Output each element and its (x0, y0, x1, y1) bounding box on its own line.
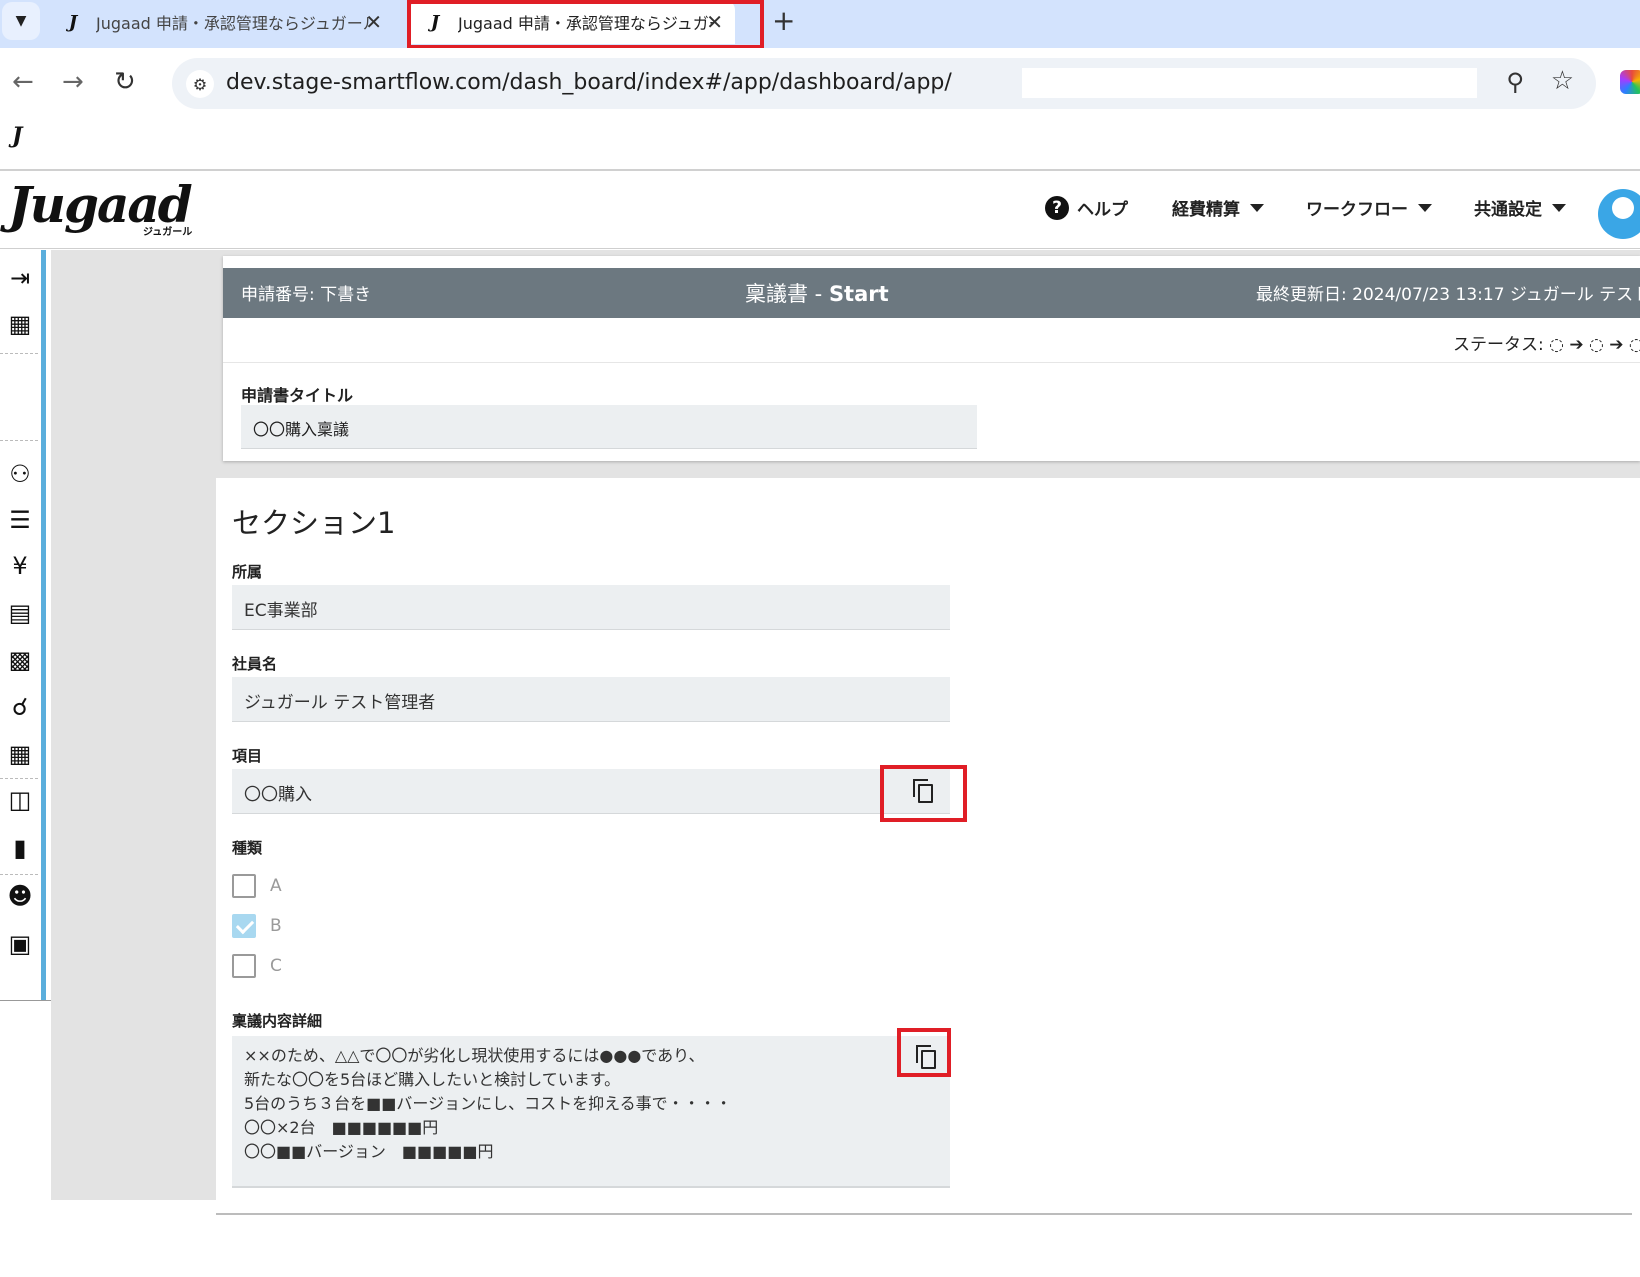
sidebar-bottom-rule (0, 1000, 51, 1001)
form-stage: Start (828, 282, 889, 306)
tab-title: Jugaad 申請・承認管理ならジュガール (96, 14, 371, 33)
sidebar-divider (0, 778, 38, 779)
last-updated: 最終更新日: 2024/07/23 13:17 ジュガール テスト (1256, 285, 1640, 305)
sidebar-divider (0, 440, 38, 441)
settings-label: 共通設定 (1474, 200, 1542, 220)
detail-textarea[interactable]: ××のため、△△で〇〇が劣化し現状使用するには●●●であり、 新たな〇〇を5台ほ… (232, 1036, 950, 1188)
browser-tab-bar: ▼ J Jugaad 申請・承認管理ならジュガール ✕ J Jugaad 申請・… (0, 0, 1640, 49)
site-settings-icon[interactable]: ⚙ (186, 70, 214, 98)
section-card: セクション1 所属 EC事業部 社員名 ジュガール テスト管理者 項目 〇〇購入… (216, 478, 1640, 1218)
help-question-icon: ? (1045, 195, 1069, 220)
caret-down-icon (1250, 203, 1264, 212)
status-divider (223, 362, 1640, 363)
browser-toolbar: ← → ↻ ⚙ dev.stage-smartflow.com/dash_boa… (0, 48, 1640, 170)
active-tab-highlight (407, 0, 764, 49)
receipt-icon[interactable]: ▩ (4, 644, 36, 676)
help-label: ヘルプ (1077, 200, 1128, 220)
caret-down-icon (1418, 203, 1432, 212)
file-icon[interactable]: ▮ (4, 832, 36, 864)
application-title-label: 申請書タイトル (241, 386, 354, 405)
detail-label: 稟議内容詳細 (232, 1012, 323, 1030)
workflow-menu[interactable]: ワークフロー (1306, 195, 1432, 220)
form-header-bar: 申請番号: 下書き 稟議書 - Start 最終更新日: 2024/07/23 … (223, 268, 1640, 318)
item-label: 項目 (232, 747, 263, 765)
document-list-icon[interactable]: ▤ (4, 597, 36, 629)
close-tab-icon[interactable]: ✕ (365, 10, 382, 34)
employee-input[interactable]: ジュガール テスト管理者 (232, 677, 950, 722)
extension-icon[interactable] (1620, 70, 1640, 94)
browser-tab-1[interactable]: J Jugaad 申請・承認管理ならジュガール ✕ (54, 0, 394, 44)
back-arrow-icon[interactable]: ← (12, 67, 34, 97)
library-icon[interactable]: ◫ (4, 784, 36, 816)
users-icon[interactable]: ⚇ (4, 458, 36, 490)
expand-icon[interactable]: ⇥ (4, 262, 36, 294)
content-bottom-rule (216, 1213, 1632, 1215)
checkbox-a[interactable] (232, 874, 256, 898)
checkbox-c[interactable] (232, 954, 256, 978)
caret-down-icon (1552, 203, 1566, 212)
checkbox-b[interactable] (232, 914, 256, 938)
new-tab-plus-icon[interactable]: + (772, 4, 795, 37)
help-menu[interactable]: ? ヘルプ (1045, 195, 1128, 220)
logo-subtitle: ジュガール (143, 227, 193, 238)
detail-copy-highlight (897, 1028, 951, 1077)
settings-menu[interactable]: 共通設定 (1474, 195, 1566, 220)
zoom-magnifier-icon[interactable]: ⚲ (1506, 68, 1524, 96)
form-header-card: 申請番号: 下書き 稟議書 - Start 最終更新日: 2024/07/23 … (223, 256, 1640, 461)
option-label-a: A (270, 876, 282, 896)
bookmark-jugaad-icon[interactable]: J (12, 123, 22, 149)
option-label-c: C (270, 956, 282, 976)
sidebar: ⇥ ▦ ⚇ ☰ ¥ ▤ ▩ ☌ ▦ ◫ ▮ ☻ ▣ (0, 250, 46, 1000)
forward-arrow-icon[interactable]: → (62, 67, 84, 97)
grid-icon[interactable]: ▦ (4, 738, 36, 770)
department-input[interactable]: EC事業部 (232, 585, 950, 630)
wallet-icon[interactable]: ▣ (4, 928, 36, 960)
application-number: 申請番号: 下書き (241, 285, 372, 305)
yen-icon[interactable]: ¥ (4, 550, 36, 582)
reload-icon[interactable]: ↻ (114, 67, 136, 97)
section-title: セクション1 (232, 506, 396, 540)
employee-label: 社員名 (232, 655, 278, 673)
url-text[interactable]: dev.stage-smartflow.com/dash_board/index… (226, 70, 952, 95)
expense-menu[interactable]: 経費精算 (1172, 195, 1264, 220)
url-redaction (1022, 68, 1477, 98)
group-icon[interactable]: ☻ (4, 880, 36, 912)
address-bar[interactable]: ⚙ dev.stage-smartflow.com/dash_board/ind… (172, 58, 1596, 109)
sidebar-divider (0, 874, 38, 875)
option-label-b: B (270, 916, 282, 936)
type-option-a[interactable]: A (232, 874, 282, 898)
bookmark-star-icon[interactable]: ☆ (1551, 66, 1574, 96)
application-title-input[interactable]: 〇〇購入稟議 (241, 405, 977, 449)
jugaad-favicon-icon: J (68, 11, 78, 33)
status-flow: ステータス: ◌ ➔ ◌ ➔ ◌ (1453, 335, 1640, 355)
list-icon[interactable]: ☰ (4, 504, 36, 536)
department-label: 所属 (232, 563, 263, 581)
item-copy-highlight (880, 765, 967, 822)
item-input[interactable]: 〇〇購入 (232, 769, 950, 814)
user-avatar[interactable] (1598, 189, 1640, 239)
form-name: 稟議書 - (745, 282, 829, 306)
type-option-b[interactable]: B (232, 914, 282, 938)
app-header: Jugaad ジュガール ? ヘルプ 経費精算 ワークフロー 共通設定 (0, 171, 1640, 249)
side-panel-background (51, 250, 216, 1200)
form-title: 稟議書 - Start (745, 278, 889, 308)
expense-label: 経費精算 (1172, 200, 1240, 220)
sidebar-divider (0, 353, 38, 354)
chevron-down-icon: ▼ (15, 13, 27, 29)
tab-search-button[interactable]: ▼ (2, 2, 40, 40)
type-option-c[interactable]: C (232, 954, 282, 978)
type-label: 種類 (232, 839, 263, 857)
building-icon[interactable]: ▦ (4, 308, 36, 340)
workflow-label: ワークフロー (1306, 200, 1408, 220)
share-icon[interactable]: ☌ (4, 691, 36, 723)
